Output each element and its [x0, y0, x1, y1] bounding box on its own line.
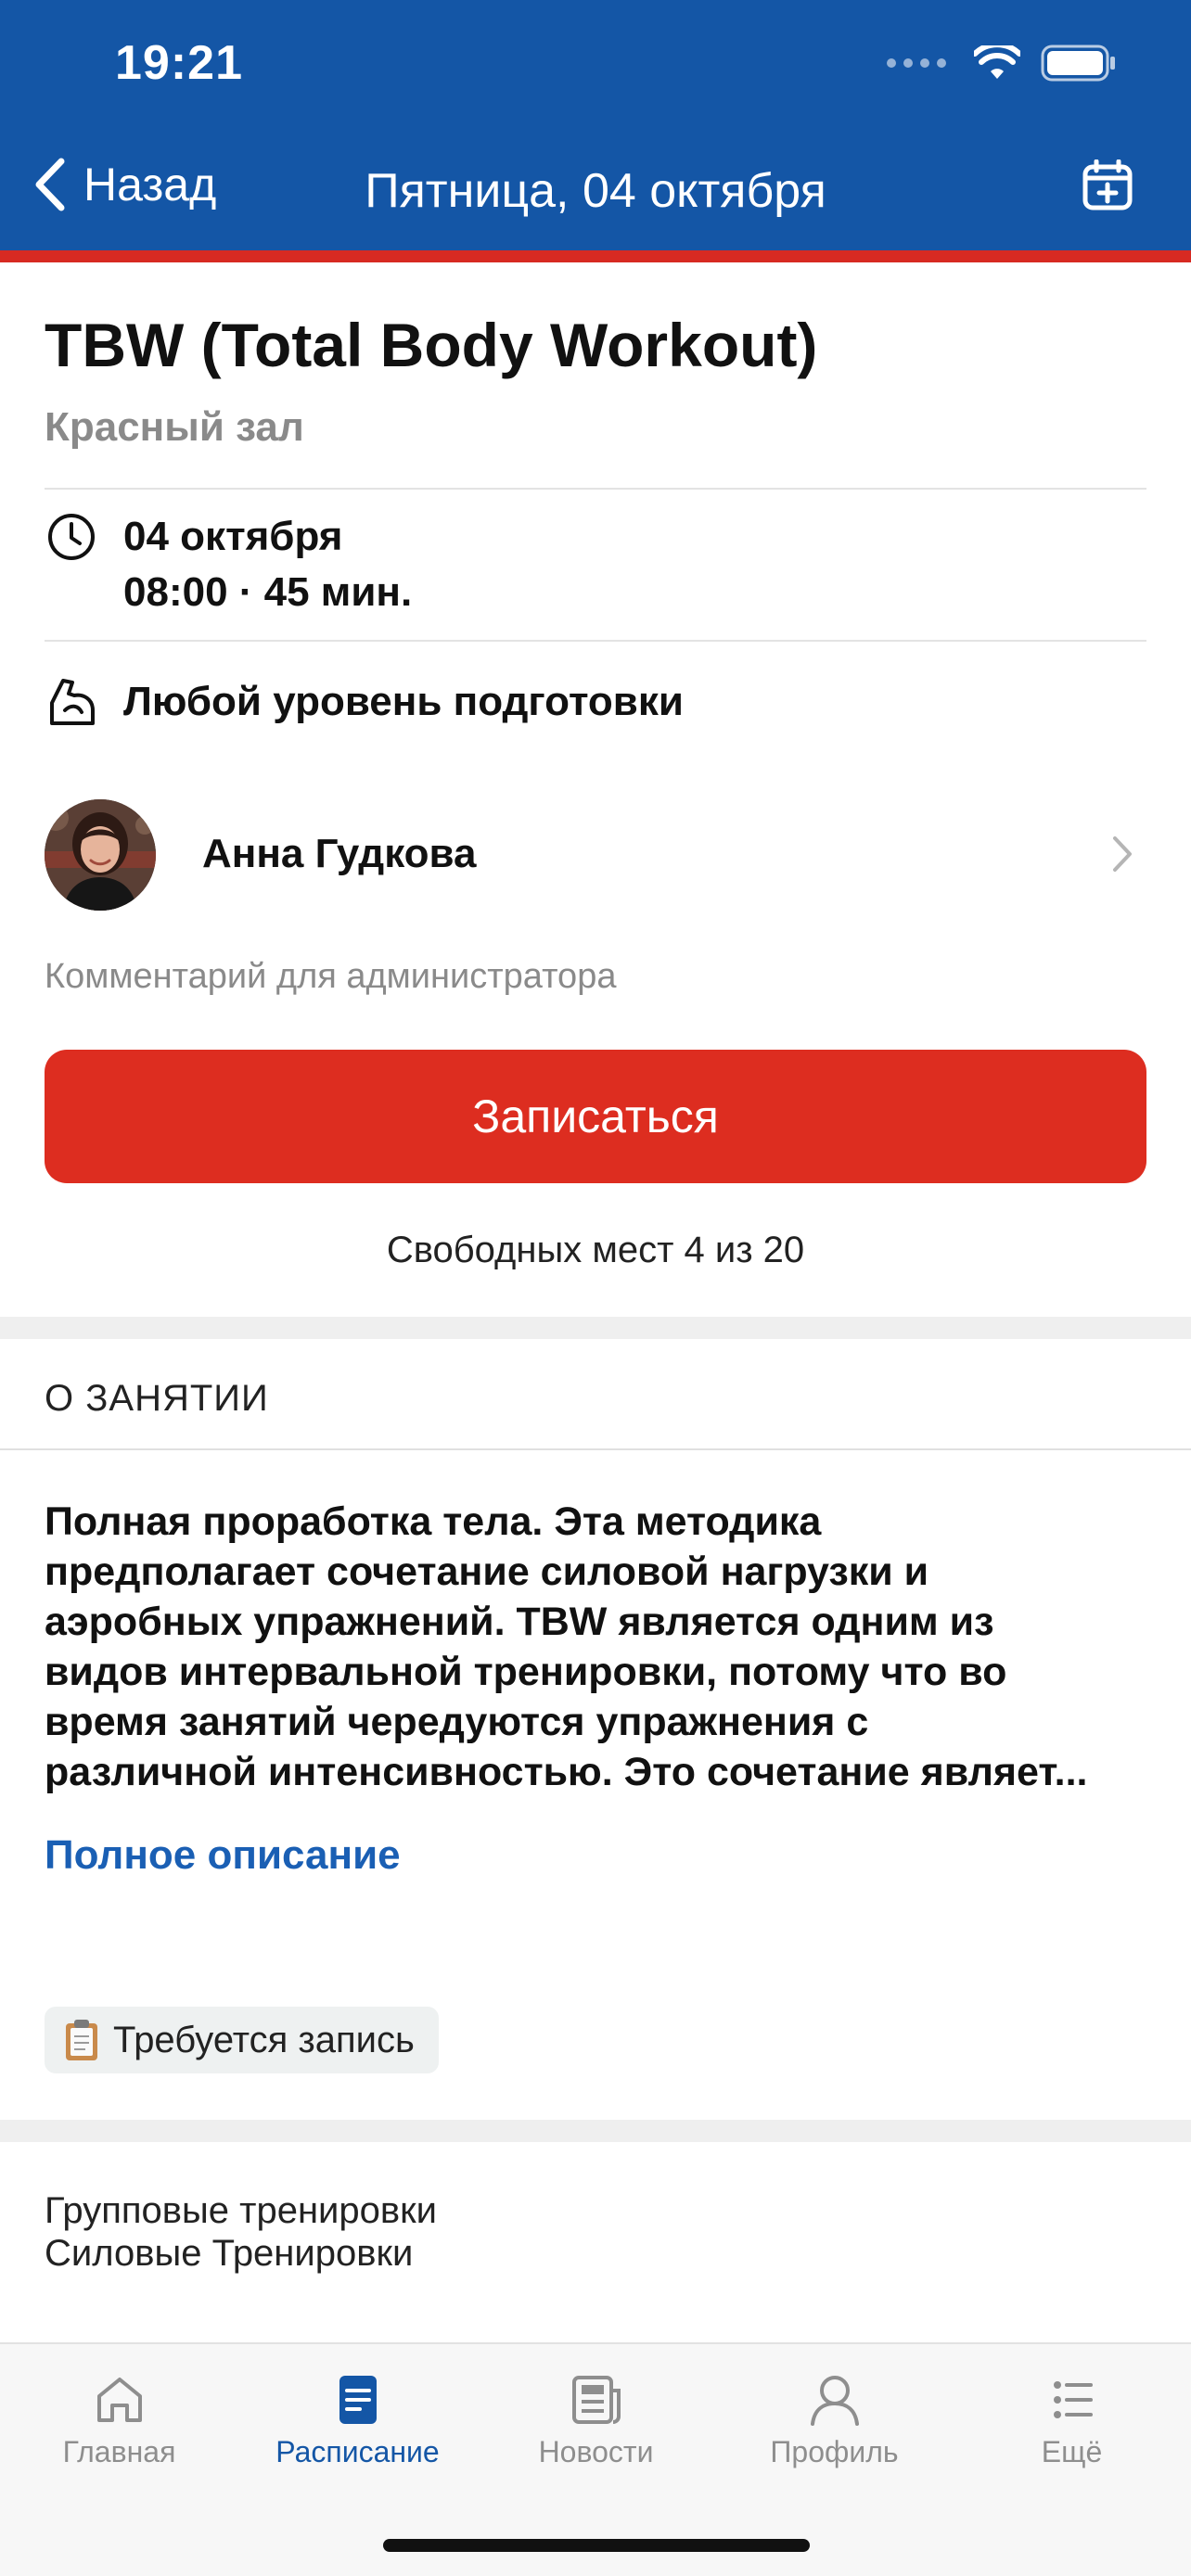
- about-description: Полная проработка тела. Эта методика пре…: [45, 1497, 1148, 1797]
- clipboard-icon: [66, 2020, 97, 2060]
- about-section-title: О ЗАНЯТИИ: [45, 1378, 269, 1419]
- tab-label: Ещё: [1041, 2435, 1103, 2468]
- signup-required-badge: Требуется запись: [45, 2007, 439, 2073]
- description-line: предполагает сочетание силовой нагрузки …: [45, 1549, 929, 1594]
- status-time: 19:21: [115, 36, 243, 90]
- schedule-icon: [339, 2376, 377, 2424]
- chevron-right-icon: [1113, 836, 1132, 872]
- description-line: время занятий чередуются упражнения с: [45, 1700, 869, 1744]
- tab-label: Новости: [538, 2435, 654, 2468]
- wifi-icon: [974, 45, 1020, 79]
- description-line: аэробных упражнений. TBW является одним …: [45, 1600, 994, 1644]
- free-places-label: Свободных мест 4 из 20: [386, 1230, 805, 1270]
- clock-icon: [48, 514, 95, 560]
- home-indicator[interactable]: [383, 2539, 810, 2552]
- tab-news[interactable]: Новости: [477, 2372, 715, 2469]
- trainer-name: Анна Гудкова: [202, 831, 477, 876]
- badge-label: Требуется запись: [113, 2019, 415, 2060]
- header-accent-stripe: [0, 250, 1191, 262]
- class-title: TBW (Total Body Workout): [45, 311, 818, 379]
- add-to-calendar-button[interactable]: [1082, 159, 1133, 216]
- more-icon: [1053, 2381, 1093, 2418]
- tab-profile[interactable]: Профиль: [715, 2372, 954, 2469]
- calendar-add-icon: [1082, 159, 1133, 210]
- section-separator: [0, 1317, 1191, 1339]
- nav-title: Пятница, 04 октября: [365, 164, 826, 218]
- admin-comment-link[interactable]: Комментарий для администратора: [45, 957, 616, 997]
- section-separator: [0, 2120, 1191, 2142]
- tab-label: Главная: [62, 2435, 176, 2468]
- cellular-signal-icon: [887, 58, 946, 68]
- description-line: различной интенсивностью. Это сочетание …: [45, 1750, 1088, 1794]
- level-label: Любой уровень подготовки: [123, 679, 684, 724]
- tab-more[interactable]: Ещё: [953, 2372, 1191, 2469]
- divider: [45, 488, 1146, 490]
- tab-schedule[interactable]: Расписание: [238, 2372, 477, 2469]
- category-item: Групповые тренировки: [45, 2190, 437, 2231]
- hall-name: Красный зал: [45, 404, 304, 450]
- tab-label: Расписание: [275, 2435, 440, 2468]
- divider: [45, 640, 1146, 642]
- status-icons: [887, 45, 1117, 82]
- trainer-avatar: [45, 799, 156, 911]
- category-item: Силовые Тренировки: [45, 2233, 414, 2274]
- tab-home[interactable]: Главная: [0, 2372, 238, 2469]
- tab-label: Профиль: [770, 2435, 899, 2468]
- avatar-photo: [45, 799, 156, 911]
- description-line: Полная проработка тела. Эта методика: [45, 1499, 822, 1544]
- signup-button[interactable]: Записаться: [45, 1050, 1146, 1183]
- flexed-arm-icon: [50, 679, 95, 725]
- profile-icon: [810, 2376, 859, 2426]
- divider: [0, 1448, 1191, 1450]
- battery-icon: [1041, 45, 1115, 82]
- description-line: видов интервальной тренировки, потому чт…: [45, 1650, 1007, 1694]
- top-app-bar: 19:21 Назад Пятница, 04 октября: [0, 0, 1191, 250]
- full-description-link[interactable]: Полное описание: [45, 1832, 401, 1879]
- class-time-duration: 08:00 · 45 мин.: [123, 569, 413, 615]
- news-icon: [571, 2376, 621, 2424]
- home-icon: [96, 2378, 142, 2422]
- class-date: 04 октября: [123, 514, 343, 559]
